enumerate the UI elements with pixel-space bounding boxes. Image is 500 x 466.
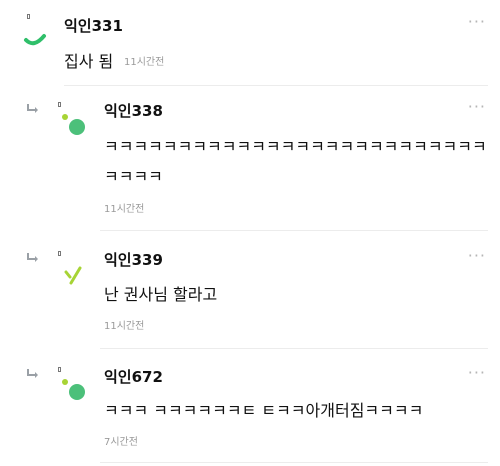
reply-arrow-icon	[27, 104, 38, 113]
comment-item: 익인339 난 권사님 할라고 11시간전 ···	[0, 230, 500, 348]
avatar	[62, 114, 85, 135]
more-options-icon[interactable]: ···	[468, 97, 486, 116]
comment-author[interactable]: 익인338	[104, 100, 163, 121]
comment-text: ㅋㅋㅋ ㅋㅋㅋㅋㅋㅋㅌ ㅌㅋㅋ아개터짐ㅋㅋㅋㅋ	[104, 401, 424, 420]
avatar	[62, 379, 85, 400]
divider	[100, 462, 488, 463]
comment-text: 집사 됨	[64, 52, 114, 71]
comment-author[interactable]: 익인331	[64, 15, 123, 36]
more-options-icon[interactable]: ···	[468, 246, 486, 265]
avatar	[24, 34, 46, 46]
avatar	[64, 266, 82, 285]
anonymous-badge-icon	[58, 367, 61, 372]
comment-text-line-1: ㅋㅋㅋㅋㅋㅋㅋㅋㅋㅋㅋㅋㅋㅋㅋㅋㅋㅋㅋㅋㅋㅋㅋㅋㅋㅋ	[104, 137, 487, 156]
comment-author[interactable]: 익인339	[104, 249, 163, 270]
comment-text: 난 권사님 할라고	[104, 285, 218, 304]
comment-time: 11시간전	[124, 57, 165, 68]
reply-arrow-icon	[27, 369, 38, 378]
comment-time: 11시간전	[104, 321, 145, 332]
anonymous-badge-icon	[58, 251, 61, 256]
comment-item: 익인672 ㅋㅋㅋ ㅋㅋㅋㅋㅋㅋㅌ ㅌㅋㅋ아개터짐ㅋㅋㅋㅋ 7시간전 ···	[0, 348, 500, 466]
reply-arrow-icon	[27, 253, 38, 262]
comment-time: 11시간전	[104, 204, 145, 215]
more-options-icon[interactable]: ···	[468, 363, 486, 382]
comment-author[interactable]: 익인672	[104, 366, 163, 387]
comment-text-line-2: ㅋㅋㅋㅋ	[104, 167, 163, 186]
more-options-icon[interactable]: ···	[468, 12, 486, 31]
comment-item: 익인338 ㅋㅋㅋㅋㅋㅋㅋㅋㅋㅋㅋㅋㅋㅋㅋㅋㅋㅋㅋㅋㅋㅋㅋㅋㅋㅋ ㅋㅋㅋㅋ 11…	[0, 85, 500, 230]
comment-time: 7시간전	[104, 437, 138, 448]
anonymous-badge-icon	[58, 102, 61, 107]
comment-item: 익인331 집사 됨 11시간전 ···	[0, 0, 500, 95]
